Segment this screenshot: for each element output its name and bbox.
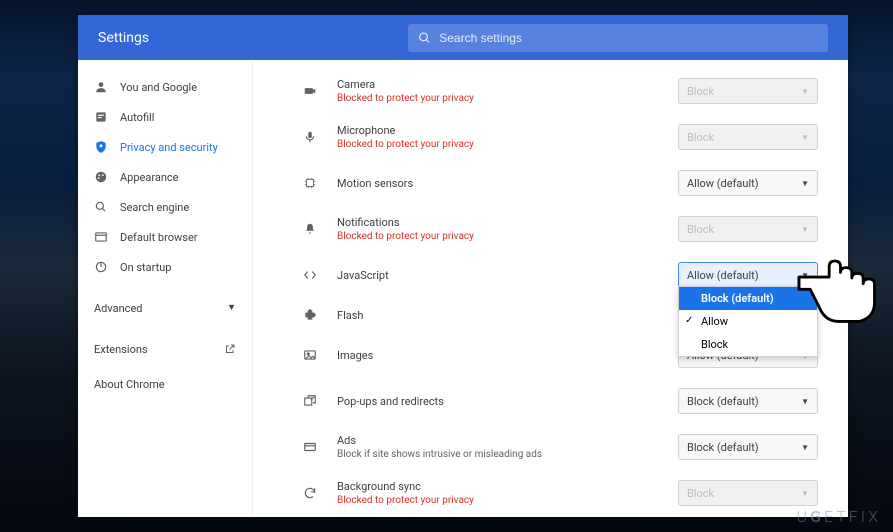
perm-title: Motion sensors bbox=[337, 177, 678, 190]
perm-row-camera: Camera Blocked to protect your privacy B… bbox=[301, 68, 818, 114]
pointing-hand-icon bbox=[793, 244, 888, 329]
code-icon bbox=[303, 268, 317, 282]
dropdown-option-block[interactable]: Block bbox=[679, 333, 817, 356]
microphone-icon bbox=[303, 130, 317, 144]
perm-row-motion: Motion sensors Allow (default)▼ bbox=[301, 160, 818, 206]
power-icon bbox=[94, 260, 108, 274]
puzzle-icon bbox=[303, 308, 317, 322]
sidebar-item-privacy[interactable]: Privacy and security bbox=[78, 132, 252, 162]
about-label: About Chrome bbox=[94, 378, 165, 391]
sidebar-about[interactable]: About Chrome bbox=[78, 370, 252, 399]
perm-select-microphone[interactable]: Block▼ bbox=[678, 124, 818, 150]
chevron-down-icon: ▼ bbox=[801, 133, 809, 142]
chevron-down-icon: ▼ bbox=[801, 179, 809, 188]
autofill-icon bbox=[94, 110, 108, 124]
external-link-icon bbox=[224, 343, 236, 355]
perm-title: Pop-ups and redirects bbox=[337, 395, 678, 408]
sidebar-advanced[interactable]: Advanced ▼ bbox=[78, 292, 252, 325]
perm-title: Background sync bbox=[337, 480, 678, 493]
body: You and Google Autofill Privacy and secu… bbox=[78, 60, 848, 517]
search-icon bbox=[418, 31, 431, 45]
sidebar: You and Google Autofill Privacy and secu… bbox=[78, 60, 253, 517]
perm-select-popups[interactable]: Block (default)▼ bbox=[678, 388, 818, 414]
watermark: UGETFIX bbox=[797, 507, 881, 526]
search-input[interactable] bbox=[439, 31, 818, 45]
perm-row-bgsync: Background sync Blocked to protect your … bbox=[301, 470, 818, 516]
perm-select-camera[interactable]: Block▼ bbox=[678, 78, 818, 104]
perm-title: Microphone bbox=[337, 124, 678, 137]
extensions-label: Extensions bbox=[94, 343, 148, 356]
sidebar-item-label: Appearance bbox=[120, 171, 179, 184]
image-icon bbox=[303, 348, 317, 362]
main-panel: Camera Blocked to protect your privacy B… bbox=[253, 60, 848, 517]
perm-sub: Blocked to protect your privacy bbox=[337, 139, 678, 150]
perm-row-microphone: Microphone Blocked to protect your priva… bbox=[301, 114, 818, 160]
perm-title: Flash bbox=[337, 309, 678, 322]
perm-sub: Blocked to protect your privacy bbox=[337, 93, 678, 104]
permission-list: Camera Blocked to protect your privacy B… bbox=[253, 60, 848, 517]
perm-title: Images bbox=[337, 349, 678, 362]
sidebar-item-search[interactable]: Search engine bbox=[78, 192, 252, 222]
sidebar-item-label: You and Google bbox=[120, 81, 197, 94]
chevron-down-icon: ▼ bbox=[227, 302, 236, 315]
perm-row-javascript: JavaScript Allow (default)▼ Block (defau… bbox=[301, 252, 818, 298]
chevron-down-icon: ▼ bbox=[801, 87, 809, 96]
perm-sub: Blocked to protect your privacy bbox=[337, 495, 678, 506]
chevron-down-icon: ▼ bbox=[801, 443, 809, 452]
shield-icon bbox=[94, 140, 108, 154]
sidebar-item-label: Search engine bbox=[120, 201, 189, 214]
perm-sub: Block if site shows intrusive or mislead… bbox=[337, 449, 678, 460]
perm-title: Camera bbox=[337, 78, 678, 91]
perm-title: Ads bbox=[337, 434, 678, 447]
sidebar-item-label: Autofill bbox=[120, 111, 154, 124]
advanced-label: Advanced bbox=[94, 302, 142, 315]
perm-title: JavaScript bbox=[337, 269, 678, 282]
search-engine-icon bbox=[94, 200, 108, 214]
person-icon bbox=[94, 80, 108, 94]
settings-window: Settings You and Google Autofill Privacy… bbox=[78, 15, 848, 517]
palette-icon bbox=[94, 170, 108, 184]
perm-row-popups: Pop-ups and redirects Block (default)▼ bbox=[301, 378, 818, 424]
sidebar-item-startup[interactable]: On startup bbox=[78, 252, 252, 282]
sidebar-item-label: Privacy and security bbox=[120, 141, 218, 154]
sidebar-item-default[interactable]: Default browser bbox=[78, 222, 252, 252]
sidebar-item-label: On startup bbox=[120, 261, 171, 274]
perm-title: Notifications bbox=[337, 216, 678, 229]
titlebar: Settings bbox=[78, 15, 848, 60]
perm-row-sound: Sound Automatic (default)▼ bbox=[301, 516, 818, 517]
sidebar-item-you[interactable]: You and Google bbox=[78, 72, 252, 102]
bell-icon bbox=[303, 222, 317, 236]
perm-sub: Blocked to protect your privacy bbox=[337, 231, 678, 242]
page-title: Settings bbox=[98, 30, 408, 46]
ads-icon bbox=[303, 440, 317, 454]
sidebar-item-label: Default browser bbox=[120, 231, 198, 244]
chevron-down-icon: ▼ bbox=[801, 397, 809, 406]
perm-row-notifications: Notifications Blocked to protect your pr… bbox=[301, 206, 818, 252]
browser-icon bbox=[94, 230, 108, 244]
camera-icon bbox=[303, 84, 317, 98]
popup-icon bbox=[303, 394, 317, 408]
perm-select-notifications[interactable]: Block▼ bbox=[678, 216, 818, 242]
perm-row-ads: Ads Block if site shows intrusive or mis… bbox=[301, 424, 818, 470]
search-field[interactable] bbox=[408, 24, 828, 52]
perm-select-bgsync[interactable]: Block▼ bbox=[678, 480, 818, 506]
perm-select-motion[interactable]: Allow (default)▼ bbox=[678, 170, 818, 196]
perm-select-ads[interactable]: Block (default)▼ bbox=[678, 434, 818, 460]
motion-icon bbox=[303, 176, 317, 190]
sidebar-item-appearance[interactable]: Appearance bbox=[78, 162, 252, 192]
sidebar-item-autofill[interactable]: Autofill bbox=[78, 102, 252, 132]
chevron-down-icon: ▼ bbox=[801, 225, 809, 234]
chevron-down-icon: ▼ bbox=[801, 489, 809, 498]
sync-icon bbox=[303, 486, 317, 500]
sidebar-extensions[interactable]: Extensions bbox=[78, 335, 252, 364]
